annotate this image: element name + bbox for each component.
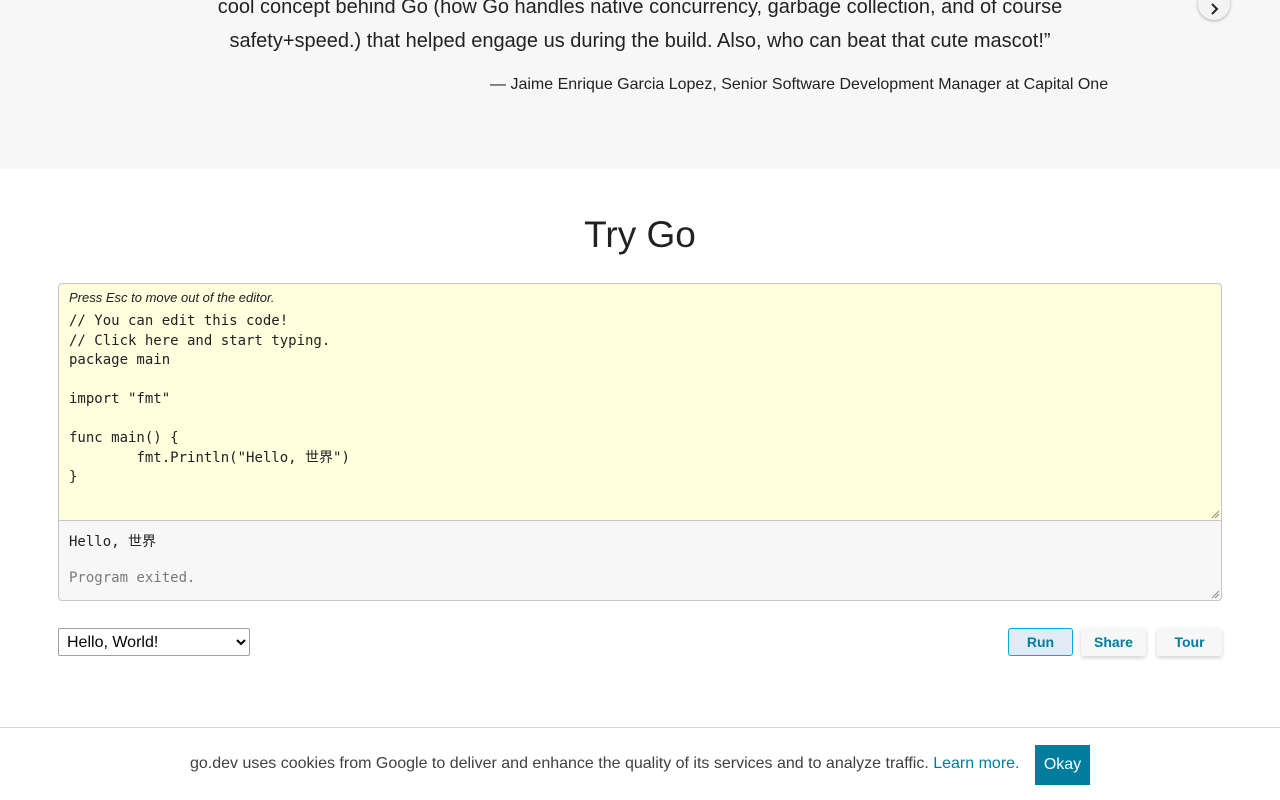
try-go-heading: Try Go [584,214,696,255]
share-button[interactable]: Share [1081,628,1146,656]
testimonial-quote: cool concept behind Go (how Go handles n… [190,0,1090,58]
testimonial-section: cool concept behind Go (how Go handles n… [0,0,1280,169]
chevron-right-icon [1211,3,1219,15]
run-button[interactable]: Run [1008,628,1073,656]
okay-button[interactable]: Okay [1035,745,1090,785]
cookie-text: go.dev uses cookies from Google to deliv… [190,755,934,772]
example-select[interactable]: Hello, World! [58,628,250,656]
learn-more-link[interactable]: Learn more. [933,755,1019,772]
output-exit-status: Program exited. [69,570,196,586]
resize-grip-icon[interactable] [1210,509,1220,519]
quote-line-2: safety+speed.) that helped engage us dur… [229,30,1051,52]
quote-line-1: cool concept behind Go (how Go handles n… [217,0,1063,18]
tour-button[interactable]: Tour [1157,628,1222,656]
editor-code[interactable]: // You can edit this code! // Click here… [69,312,350,488]
cookie-message: go.dev uses cookies from Google to deliv… [190,755,1020,773]
resize-grip-icon[interactable] [1210,589,1220,599]
program-output: Hello, 世界 Program exited. [58,520,1222,601]
editor-hint: Press Esc to move out of the editor. [69,290,275,305]
next-testimonial-button[interactable] [1198,0,1230,20]
output-text: Hello, 世界 [69,534,157,550]
testimonial-author: — Jaime Enrique Garcia Lopez, Senior Sof… [490,76,1109,93]
code-editor[interactable]: Press Esc to move out of the editor. // … [58,283,1222,521]
cookie-banner: go.dev uses cookies from Google to deliv… [0,727,1280,800]
